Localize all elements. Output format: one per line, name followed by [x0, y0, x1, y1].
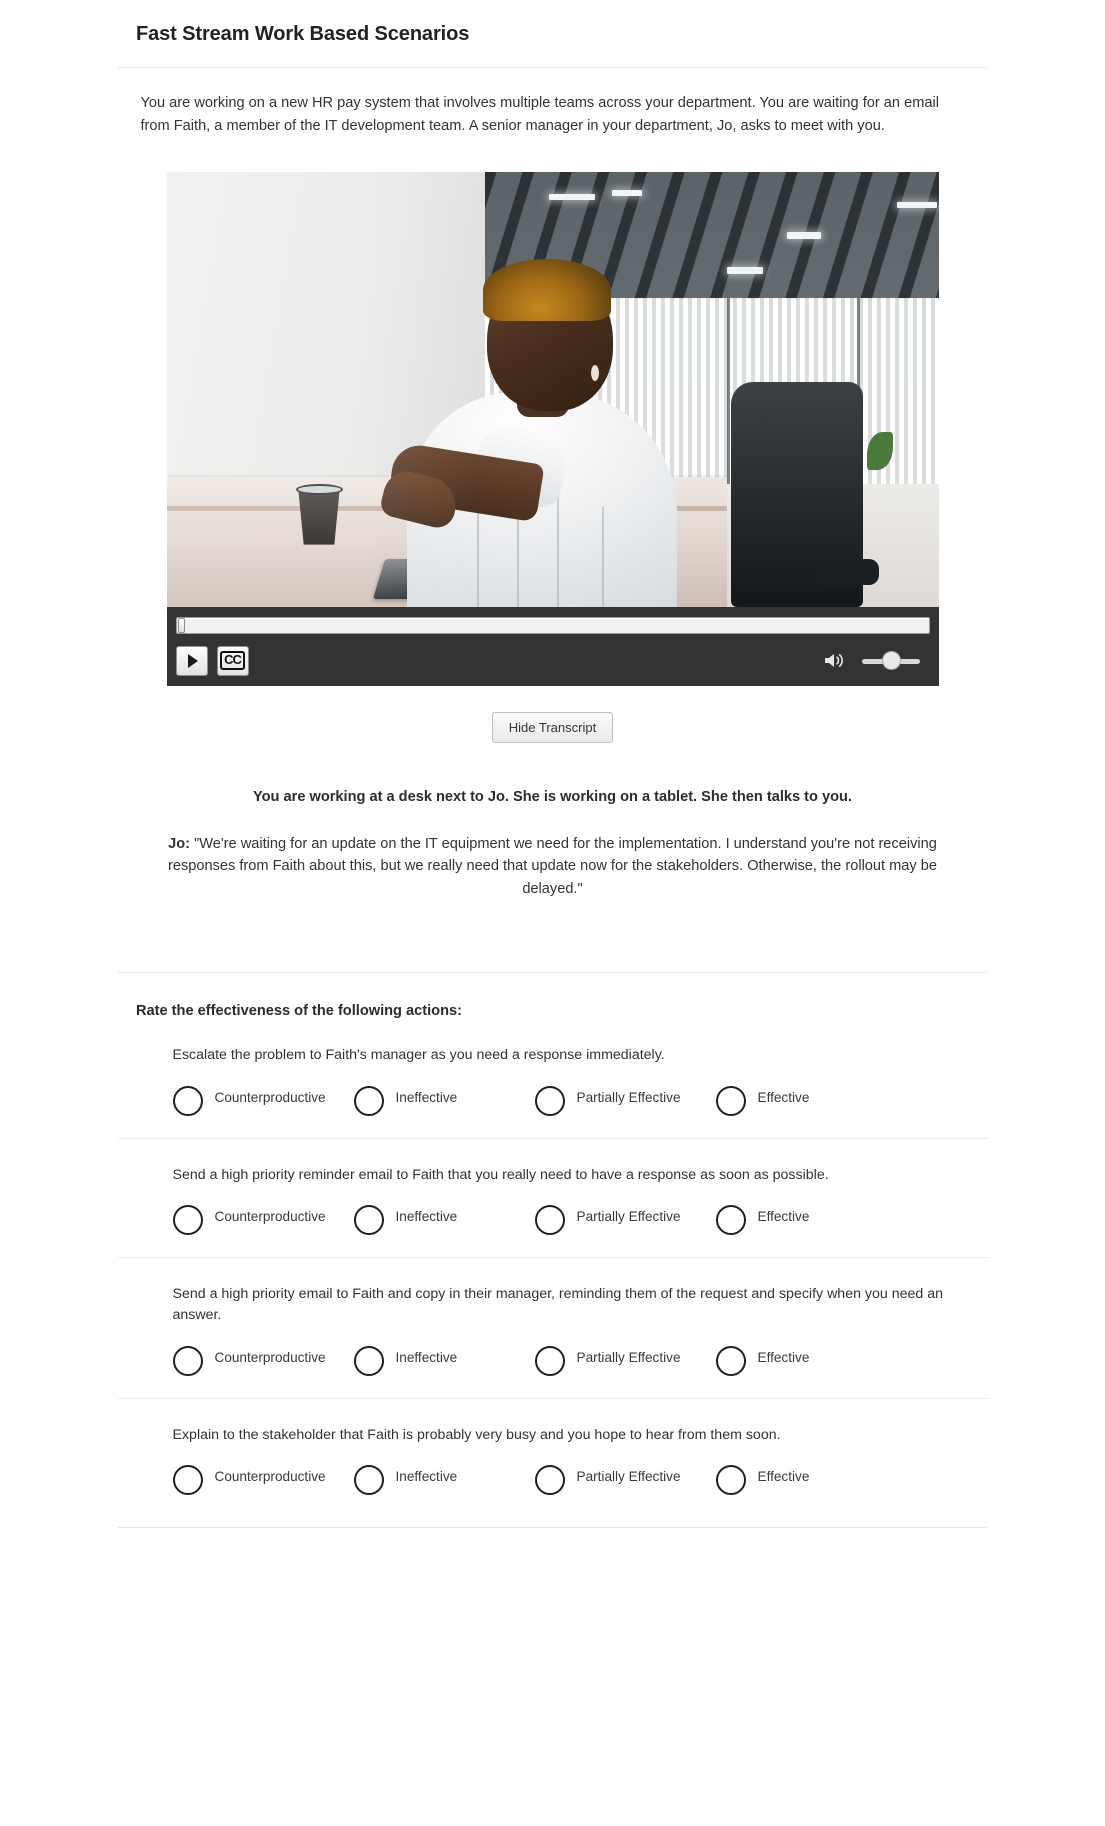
captions-button[interactable]: CC — [216, 645, 249, 676]
radio-button[interactable] — [534, 1085, 565, 1116]
option-label: Partially Effective — [576, 1349, 681, 1365]
option-label: Effective — [757, 1468, 810, 1484]
radio-button[interactable] — [172, 1345, 203, 1376]
radio-button[interactable] — [715, 1464, 746, 1495]
person-jo — [377, 258, 691, 607]
volume-button[interactable] — [824, 652, 844, 669]
ceiling-light-icon — [548, 193, 595, 200]
option-label: Ineffective — [395, 1349, 458, 1365]
option-ineffective[interactable]: Ineffective — [353, 1464, 535, 1495]
option-ineffective[interactable]: Ineffective — [353, 1204, 535, 1235]
transcript-dialogue: Jo: "We're waiting for an update on the … — [138, 833, 968, 901]
rating-item: Explain to the stakeholder that Faith is… — [117, 1397, 988, 1517]
transcript-dialogue-text: "We're waiting for an update on the IT e… — [167, 835, 938, 897]
radio-button[interactable] — [172, 1464, 203, 1495]
video-frame[interactable] — [166, 171, 939, 607]
option-effective[interactable]: Effective — [715, 1345, 897, 1376]
rating-item-text: Escalate the problem to Faith's manager … — [172, 1047, 665, 1064]
option-label: Ineffective — [395, 1089, 458, 1105]
scenario-stem: You are working on a new HR pay system t… — [140, 95, 939, 134]
option-counterproductive[interactable]: Counterproductive — [172, 1464, 354, 1495]
seek-thumb[interactable] — [177, 617, 185, 633]
play-icon — [188, 653, 198, 668]
radio-button[interactable] — [715, 1345, 746, 1376]
office-chair-arm — [814, 558, 879, 585]
option-partially-effective[interactable]: Partially Effective — [534, 1345, 716, 1376]
option-label: Effective — [757, 1089, 810, 1105]
radio-button[interactable] — [172, 1204, 203, 1235]
option-effective[interactable]: Effective — [715, 1464, 897, 1495]
rating-item: Send a high priority reminder email to F… — [117, 1137, 988, 1257]
option-label: Counterproductive — [214, 1349, 326, 1365]
option-counterproductive[interactable]: Counterproductive — [172, 1204, 354, 1235]
coffee-cup-rim — [295, 483, 343, 495]
rating-item: Escalate the problem to Faith's manager … — [118, 1019, 988, 1137]
seek-bar[interactable] — [175, 616, 930, 634]
option-label: Partially Effective — [576, 1208, 681, 1224]
rating-heading: Rate the effectiveness of the following … — [136, 1003, 462, 1020]
ceiling-light-icon — [896, 201, 937, 208]
ceiling-light-icon — [611, 189, 642, 196]
radio-button[interactable] — [172, 1085, 203, 1116]
coffee-cup — [298, 489, 340, 545]
option-label: Effective — [757, 1349, 810, 1365]
scene-mullion — [726, 297, 730, 498]
video-controls: CC — [166, 606, 939, 686]
cc-icon: CC — [220, 651, 245, 670]
radio-button[interactable] — [534, 1204, 565, 1235]
header-divider — [118, 67, 987, 69]
seek-row — [175, 616, 930, 634]
transcript-scene-description: You are working at a desk next to Jo. Sh… — [252, 788, 852, 805]
option-label: Partially Effective — [576, 1468, 681, 1484]
rating-options: Counterproductive Ineffective Partially … — [118, 1085, 988, 1116]
option-label: Counterproductive — [214, 1468, 326, 1484]
option-partially-effective[interactable]: Partially Effective — [534, 1085, 716, 1116]
transcript-button-row: Hide Transcript — [167, 711, 939, 743]
page-title: Fast Stream Work Based Scenarios — [136, 23, 470, 46]
play-button[interactable] — [175, 645, 208, 676]
radio-button[interactable] — [534, 1464, 565, 1495]
video-player: CC — [166, 171, 939, 686]
transcript-speaker: Jo: — [168, 835, 191, 852]
rating-options: Counterproductive Ineffective Partially … — [118, 1464, 988, 1495]
items-bottom-divider — [118, 1526, 987, 1528]
earring — [590, 364, 599, 381]
rating-item-text: Send a high priority reminder email to F… — [172, 1166, 829, 1183]
person-hair — [482, 258, 611, 321]
option-label: Ineffective — [395, 1208, 458, 1224]
rating-options: Counterproductive Ineffective Partially … — [118, 1345, 988, 1376]
toggle-transcript-button[interactable]: Hide Transcript — [491, 711, 614, 743]
option-label: Counterproductive — [214, 1089, 326, 1105]
option-label: Effective — [757, 1208, 810, 1224]
ceiling-light-icon — [786, 231, 821, 239]
assessment-page: Fast Stream Work Based Scenarios You are… — [0, 13, 1105, 1826]
option-ineffective[interactable]: Ineffective — [353, 1345, 535, 1376]
option-label: Ineffective — [395, 1468, 458, 1484]
radio-button[interactable] — [715, 1085, 746, 1116]
option-effective[interactable]: Effective — [715, 1204, 897, 1235]
ceiling-light-icon — [726, 266, 763, 274]
option-effective[interactable]: Effective — [715, 1085, 897, 1116]
rating-item-text: Send a high priority email to Faith and … — [172, 1285, 944, 1324]
rating-item: Send a high priority email to Faith and … — [117, 1256, 988, 1398]
radio-button[interactable] — [353, 1464, 384, 1495]
option-counterproductive[interactable]: Counterproductive — [172, 1345, 354, 1376]
radio-button[interactable] — [353, 1204, 384, 1235]
option-label: Partially Effective — [576, 1089, 681, 1105]
option-ineffective[interactable]: Ineffective — [353, 1085, 535, 1116]
rating-item-text: Explain to the stakeholder that Faith is… — [172, 1426, 781, 1443]
radio-button[interactable] — [353, 1085, 384, 1116]
option-partially-effective[interactable]: Partially Effective — [534, 1204, 716, 1235]
volume-thumb[interactable] — [882, 651, 900, 669]
option-label: Counterproductive — [214, 1208, 326, 1224]
option-partially-effective[interactable]: Partially Effective — [534, 1464, 716, 1495]
option-counterproductive[interactable]: Counterproductive — [172, 1085, 354, 1116]
radio-button[interactable] — [534, 1345, 565, 1376]
radio-button[interactable] — [715, 1204, 746, 1235]
controls-row: CC — [175, 645, 930, 677]
radio-button[interactable] — [353, 1345, 384, 1376]
transcript-panel: You are working at a desk next to Jo. Sh… — [138, 787, 968, 901]
volume-slider[interactable] — [861, 651, 920, 671]
rating-options: Counterproductive Ineffective Partially … — [118, 1204, 988, 1235]
